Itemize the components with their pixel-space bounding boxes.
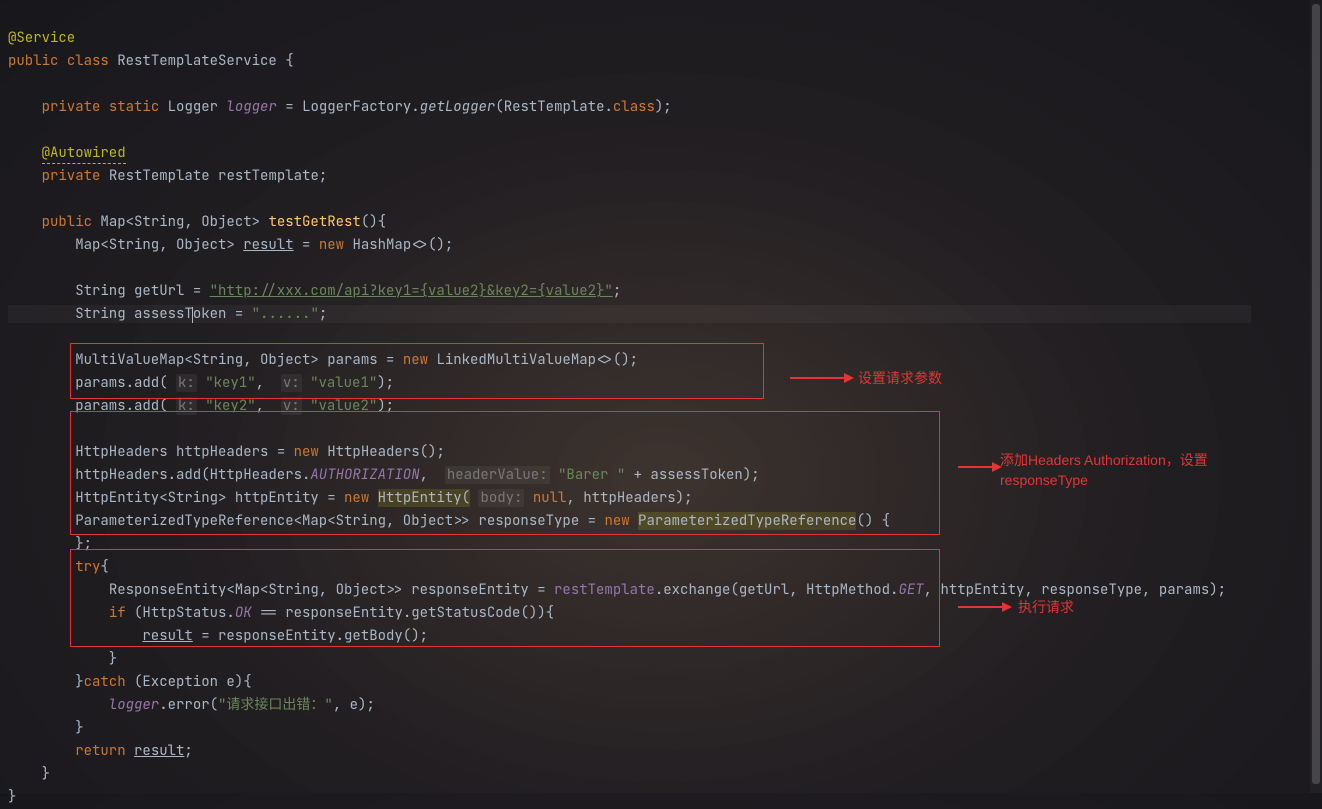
annotation-autowired: @Autowired — [42, 144, 126, 164]
method-name: testGetRest — [268, 213, 360, 231]
logger-var: logger — [226, 98, 276, 116]
url-string: "http://xxx.com/api?key1={value2}&key2={… — [210, 282, 613, 300]
param-hint: k: — [176, 374, 197, 392]
kw-class: class — [67, 52, 109, 70]
code-editor[interactable]: @Service public class RestTemplateServic… — [0, 0, 1322, 809]
class-name: RestTemplateService — [117, 52, 277, 70]
kw-public: public — [8, 52, 58, 70]
annotation-service: @Service — [8, 29, 75, 47]
scrollbar-thumb[interactable] — [1312, 4, 1320, 784]
vertical-scrollbar[interactable] — [1310, 0, 1322, 793]
